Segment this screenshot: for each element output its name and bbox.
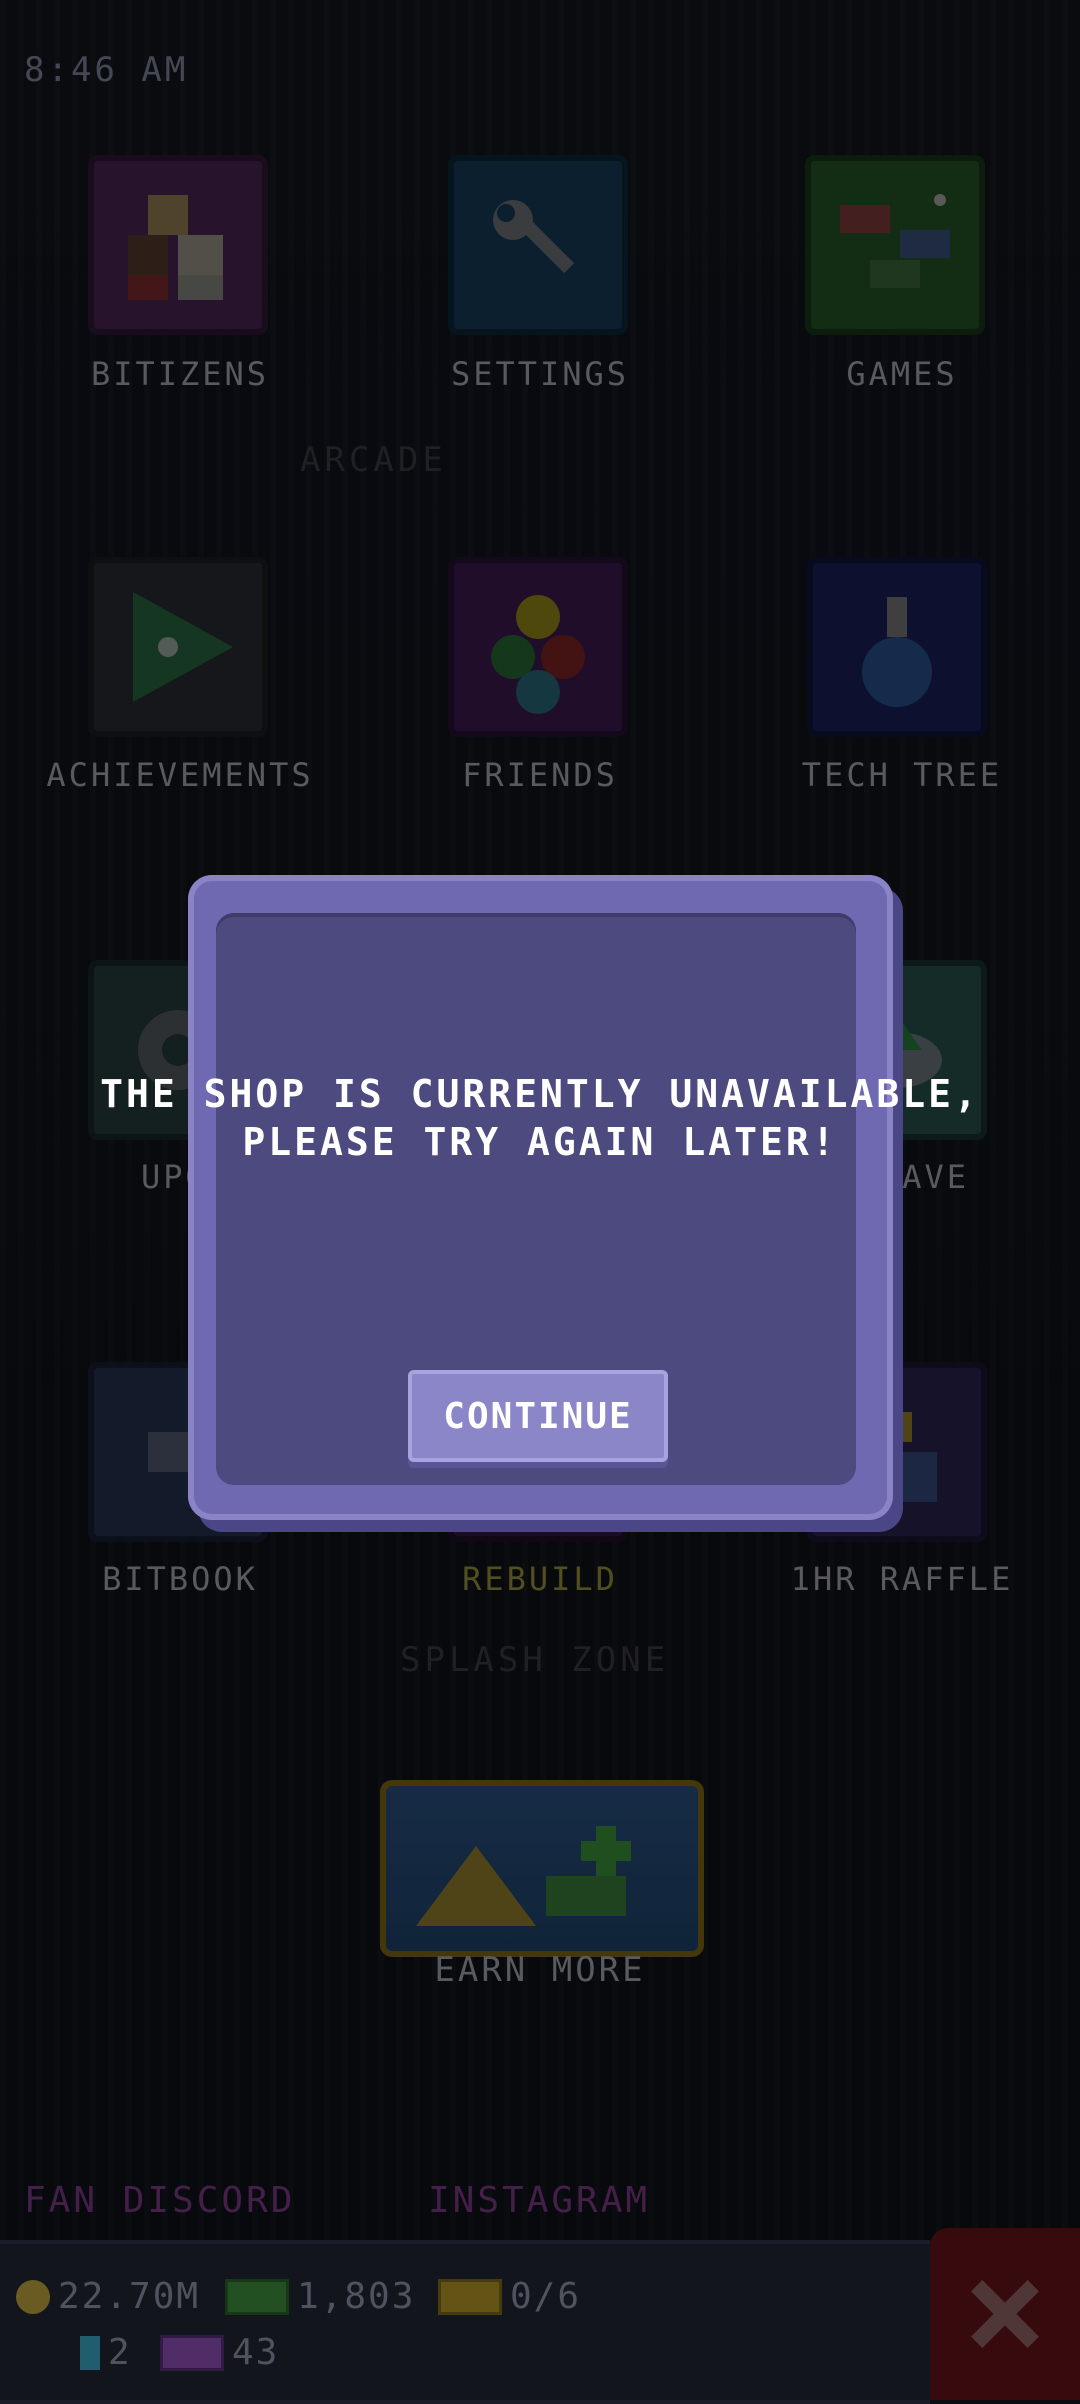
dialog-message: THE SHOP IS CURRENTLY UNAVAILABLE, PLEAS… bbox=[100, 1072, 980, 1164]
continue-button[interactable]: CONTINUE bbox=[408, 1370, 668, 1462]
